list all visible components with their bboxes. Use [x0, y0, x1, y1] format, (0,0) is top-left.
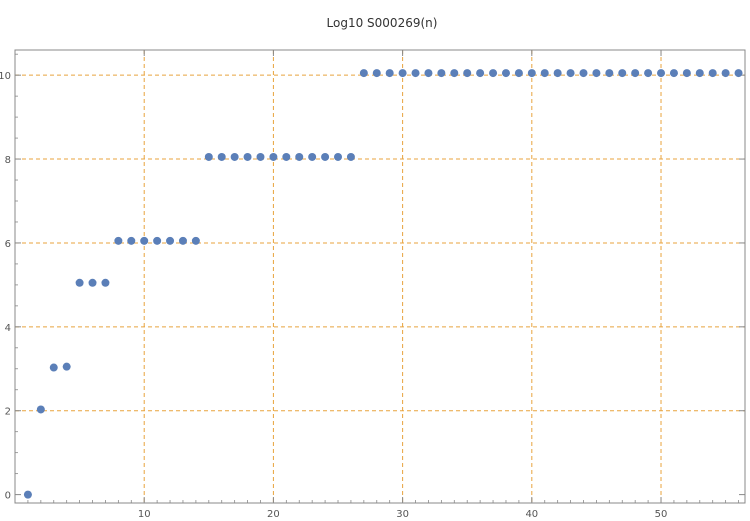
data-point [127, 236, 136, 245]
data-point [579, 69, 588, 78]
y-tick-label: 0 [5, 491, 11, 502]
data-point [450, 69, 459, 78]
data-point [36, 405, 45, 414]
data-point [734, 69, 743, 78]
x-tick-label: 40 [525, 509, 538, 520]
data-point [204, 152, 213, 161]
data-point [230, 152, 239, 161]
data-point [669, 69, 678, 78]
data-point [605, 69, 614, 78]
data-points [23, 69, 743, 499]
grid-lines [15, 50, 745, 503]
data-point [695, 69, 704, 78]
x-tick-label: 30 [396, 509, 409, 520]
data-point [101, 278, 110, 287]
data-point [437, 69, 446, 78]
data-point [553, 69, 562, 78]
data-point [631, 69, 640, 78]
data-point [644, 69, 653, 78]
data-point [372, 69, 381, 78]
data-point [282, 152, 291, 161]
data-point [23, 490, 32, 499]
data-point [385, 69, 394, 78]
data-point [708, 69, 717, 78]
data-point [217, 152, 226, 161]
data-point [243, 152, 252, 161]
data-point [527, 69, 536, 78]
data-point [140, 236, 149, 245]
data-point [256, 152, 265, 161]
scatter-chart: Log10 S000269(n) 10 20 30 40 50 0 2 4 6 8 10 [0, 16, 746, 520]
data-point [592, 69, 601, 78]
data-point [682, 69, 691, 78]
data-point [411, 69, 420, 78]
x-tick-label: 20 [267, 509, 280, 520]
data-point [75, 278, 84, 287]
y-tick-label: 10 [0, 71, 11, 82]
data-point [501, 69, 510, 78]
data-point [514, 69, 523, 78]
data-point [308, 152, 317, 161]
data-point [88, 278, 97, 287]
data-point [334, 152, 343, 161]
tick-labels: 10 20 30 40 50 0 2 4 6 8 10 [0, 71, 667, 520]
data-point [566, 69, 575, 78]
data-point [62, 362, 71, 371]
axis-ticks [15, 50, 745, 503]
data-point [657, 69, 666, 78]
x-tick-label: 50 [655, 509, 668, 520]
data-point [49, 363, 58, 372]
x-tick-label: 10 [138, 509, 151, 520]
data-point [476, 69, 485, 78]
data-point [269, 152, 278, 161]
data-point [166, 236, 175, 245]
plot-frame [14, 49, 746, 504]
data-point [359, 69, 368, 78]
data-point [295, 152, 304, 161]
y-tick-label: 4 [5, 323, 11, 334]
data-point [191, 236, 200, 245]
data-point [463, 69, 472, 78]
data-point [178, 236, 187, 245]
data-point [114, 236, 123, 245]
data-point [721, 69, 730, 78]
y-tick-label: 6 [5, 239, 11, 250]
chart-title: Log10 S000269(n) [327, 16, 438, 30]
data-point [153, 236, 162, 245]
data-point [346, 152, 355, 161]
data-point [540, 69, 549, 78]
data-point [321, 152, 330, 161]
y-tick-label: 8 [5, 155, 11, 166]
data-point [618, 69, 627, 78]
y-tick-label: 2 [5, 407, 11, 418]
data-point [398, 69, 407, 78]
data-point [489, 69, 498, 78]
data-point [424, 69, 433, 78]
